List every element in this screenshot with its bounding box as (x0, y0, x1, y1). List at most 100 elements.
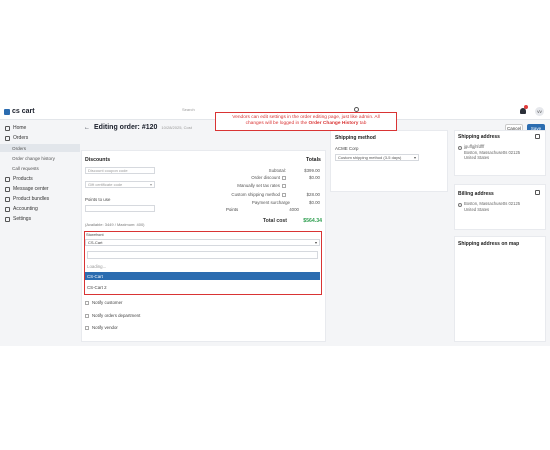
shipping-method-heading: Shipping method (335, 135, 376, 141)
points-row-value: 4000 (289, 207, 299, 212)
sidebar-subitem-call-requests[interactable]: Call requests (12, 166, 39, 171)
logo-mark-icon (4, 108, 10, 115)
shipping-cost-checkbox[interactable] (282, 192, 286, 197)
billing-address-heading: Billing address (458, 191, 494, 197)
orders-icon (5, 135, 10, 141)
storefront-option[interactable]: CS-Cart (85, 272, 320, 280)
billing-address-lines: Boston, Massachusetts 02125 United State… (464, 201, 520, 212)
coupon-code-input[interactable]: Discount coupon code (85, 167, 155, 174)
notify-label: Notify vendor (92, 325, 118, 330)
sidebar-item-products[interactable]: Products (5, 176, 33, 182)
sidebar-item-label: Accounting (13, 206, 38, 212)
address-line: Boston, Massachusetts 02125 (464, 201, 521, 206)
gear-icon (5, 216, 10, 222)
sidebar-item-message-center[interactable]: Message center (5, 186, 49, 192)
sidebar-item-label: Message center (13, 186, 49, 192)
callout-line: changes will be logged in the Order Chan… (216, 121, 396, 127)
notify-customer[interactable]: Notify customer (85, 300, 123, 305)
totals-row-value: $28.00 (306, 192, 320, 197)
page-subtitle: 10/28/2025, Cost (161, 125, 192, 130)
message-icon (5, 186, 10, 192)
sidebar-item-product-bundles[interactable]: Product bundles (5, 196, 49, 202)
total-cost-label: Total cost (262, 218, 287, 224)
storefront-label: Storefront (86, 232, 104, 237)
chevron-down-icon: ▾ (314, 240, 317, 245)
notify-vendor[interactable]: Notify vendor (85, 325, 118, 330)
totals-row-value: $0.00 (309, 200, 320, 205)
sidebar-item-label: Product bundles (13, 196, 50, 202)
totals-row-value: $399.00 (304, 168, 320, 173)
notify-label: Notify orders department (92, 313, 141, 318)
sidebar-item-label: Home (13, 125, 27, 131)
avatar[interactable]: VV (535, 107, 544, 116)
callout-text: tab (358, 120, 367, 126)
notify-vendor-checkbox[interactable] (85, 325, 89, 330)
map-heading: Shipping address on map (458, 241, 520, 247)
storefront-search-input[interactable] (87, 251, 318, 259)
annotation-callout: Vendors can edit settings in the order e… (215, 112, 397, 131)
sidebar-item-label: Products (13, 176, 33, 182)
storefront-select[interactable]: CS-Cart ▾ (85, 239, 320, 246)
points-label: Points to use (85, 197, 111, 202)
points-hint: (Available: 3449 / Maximum: 400) (85, 222, 145, 227)
shipping-address-lines: jguffgjhfdfff Boston, Massachusetts 0212… (464, 144, 520, 161)
callout-bold: Order Change History (308, 120, 359, 126)
sidebar-item-settings[interactable]: Settings (5, 216, 31, 222)
tax-rates-label: Manually set tax rates (237, 183, 280, 188)
edit-icon[interactable] (535, 134, 540, 139)
total-cost-value: $564.34 (303, 218, 322, 224)
home-icon (5, 125, 10, 131)
shipping-method-selected: Custom shipping method (3-5 days) (338, 155, 402, 160)
sidebar-item-accounting[interactable]: Accounting (5, 206, 38, 212)
totals-row-label: Custom shipping method (220, 192, 286, 197)
totals-row-label: Order discount (220, 175, 286, 180)
shipping-cost-label: Custom shipping method (231, 192, 280, 197)
totals-row-value: $0.00 (309, 175, 320, 180)
order-discount-label: Order discount (251, 175, 280, 180)
shipping-company: ACME Corp (335, 146, 359, 151)
tax-rates-checkbox[interactable] (282, 183, 286, 188)
points-input[interactable] (85, 205, 155, 212)
edit-icon[interactable] (535, 190, 540, 195)
sidebar-subitem-order-change-history[interactable]: Order change history (12, 156, 55, 161)
storefront-option[interactable]: CS-Cart 2 (85, 283, 320, 291)
accounting-icon (5, 206, 10, 212)
discounts-heading: Discounts (85, 157, 111, 163)
address-line: United States (464, 155, 490, 161)
gift-certificate-select[interactable]: Gift certificate code ▾ (85, 181, 155, 188)
totals-heading: Totals (306, 157, 321, 163)
notify-label: Notify customer (92, 300, 123, 305)
sidebar (0, 120, 80, 346)
location-icon (458, 146, 462, 150)
page-title-text: Editing order: #120 (94, 124, 158, 131)
totals-row-label: Subtotal: (268, 168, 286, 173)
totals-row-label: Manually set tax rates (220, 183, 286, 188)
bundle-icon (5, 196, 10, 202)
chevron-down-icon: ▾ (149, 182, 152, 187)
callout-text: changes will be logged in the (245, 120, 309, 126)
notification-badge (524, 105, 528, 109)
location-icon (458, 203, 462, 207)
sidebar-item-label: Settings (13, 216, 32, 222)
back-arrow-icon[interactable]: ← (84, 125, 90, 131)
products-icon (5, 176, 10, 182)
logo[interactable]: cs cart (4, 108, 35, 115)
storefront-loading: Loading... (87, 263, 107, 269)
page-title: ← Editing order: #120 10/28/2025, Cost (84, 124, 192, 131)
order-discount-checkbox[interactable] (282, 175, 286, 180)
sidebar-item-orders[interactable]: Orders (5, 135, 28, 141)
notify-customer-checkbox[interactable] (85, 300, 89, 305)
logo-text: cs cart (12, 108, 35, 115)
sidebar-subitem-orders[interactable]: Orders (12, 146, 26, 151)
address-line: United States (464, 206, 490, 212)
shipping-method-select[interactable]: Custom shipping method (3-5 days) ▾ (335, 154, 419, 161)
sidebar-item-home[interactable]: Home (5, 125, 26, 131)
notify-department-checkbox[interactable] (85, 313, 89, 318)
gift-certificate-text: Gift certificate code (88, 182, 123, 187)
chevron-down-icon: ▾ (413, 155, 416, 160)
totals-row-label: Payment surcharge (251, 200, 290, 205)
points-row-label: Points (226, 207, 239, 212)
sidebar-item-label: Orders (13, 135, 29, 141)
notify-orders-department[interactable]: Notify orders department (85, 313, 140, 318)
shipping-address-heading: Shipping address (458, 134, 500, 140)
